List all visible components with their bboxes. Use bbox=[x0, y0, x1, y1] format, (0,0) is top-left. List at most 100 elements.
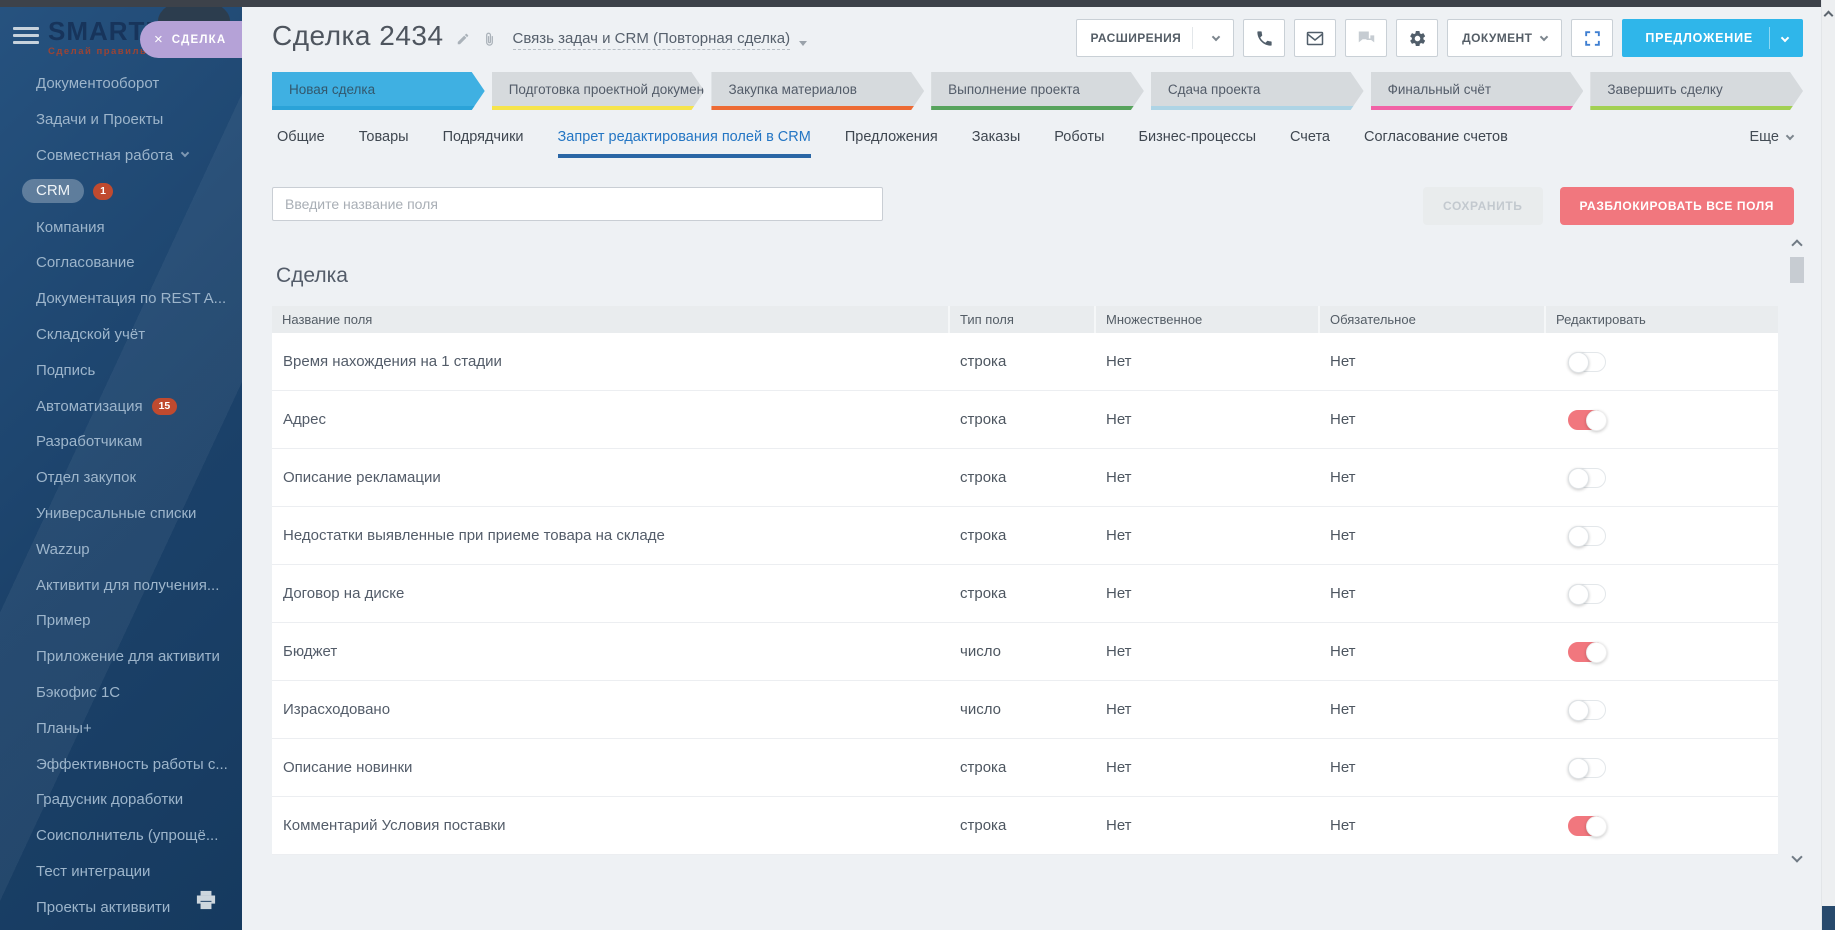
tab-business-processes[interactable]: Бизнес-процессы bbox=[1138, 123, 1256, 158]
stage-materials[interactable]: Закупка материалов bbox=[711, 72, 924, 110]
page-scrollbar[interactable] bbox=[1821, 0, 1835, 930]
column-header-required: Обязательное bbox=[1320, 306, 1546, 333]
sidebar-item-tasks[interactable]: Задачи и Проекты bbox=[0, 102, 242, 138]
stage-close-deal[interactable]: Завершить сделку bbox=[1590, 72, 1803, 110]
tab-field-edit-lock[interactable]: Запрет редактирования полей в CRM bbox=[558, 123, 811, 158]
close-icon[interactable]: × bbox=[154, 32, 163, 47]
sidebar-item-efficiency[interactable]: Эффективность работы с... bbox=[0, 746, 242, 782]
printer-icon[interactable] bbox=[195, 890, 217, 910]
sidebar-item-lists[interactable]: Универсальные списки bbox=[0, 496, 242, 532]
fullscreen-icon bbox=[1583, 29, 1602, 48]
proposal-button[interactable]: ПРЕДЛОЖЕНИЕ bbox=[1622, 19, 1803, 57]
scroll-up-icon[interactable] bbox=[1791, 239, 1802, 250]
chat-button[interactable] bbox=[1345, 19, 1387, 57]
sidebar-item-documents[interactable]: Документооборот bbox=[0, 66, 242, 102]
table-scrollbar[interactable] bbox=[1789, 235, 1806, 863]
page-title: Сделка 2434 bbox=[272, 20, 444, 52]
sidebar-item-rest-docs[interactable]: Документация по REST A... bbox=[0, 281, 242, 317]
sidebar: SMARTБИ Сделай правильный × СДЕЛКА Докум… bbox=[0, 7, 242, 930]
edit-toggle[interactable] bbox=[1568, 468, 1606, 488]
edit-title-icon[interactable] bbox=[456, 32, 470, 46]
fullscreen-button[interactable] bbox=[1571, 19, 1613, 57]
deal-tabs: Общие Товары Подрядчики Запрет редактиро… bbox=[277, 123, 1793, 159]
hamburger-menu-icon[interactable] bbox=[13, 27, 39, 47]
crm-counter-badge: 1 bbox=[93, 183, 113, 200]
table-row: Недостатки выявленные при приеме товара … bbox=[272, 507, 1778, 565]
table-row: Бюджет число Нет Нет bbox=[272, 623, 1778, 681]
scroll-up-icon[interactable] bbox=[1824, 11, 1834, 21]
link-icon[interactable] bbox=[482, 32, 497, 47]
table-row: Описание рекламации строка Нет Нет bbox=[272, 449, 1778, 507]
sidebar-item-approval[interactable]: Согласование bbox=[0, 245, 242, 281]
edit-toggle[interactable] bbox=[1568, 584, 1606, 604]
edit-toggle[interactable] bbox=[1568, 526, 1606, 546]
stage-execution[interactable]: Выполнение проекта bbox=[931, 72, 1144, 110]
edit-toggle[interactable] bbox=[1568, 700, 1606, 720]
tab-general[interactable]: Общие bbox=[277, 123, 325, 158]
chevron-down-icon bbox=[1781, 34, 1789, 42]
deal-titlebar: Сделка 2434 Связь задач и CRM (Повторная… bbox=[272, 20, 807, 52]
column-header-editable: Редактировать bbox=[1546, 306, 1778, 333]
tab-invoices[interactable]: Счета bbox=[1290, 123, 1330, 158]
stage-final-invoice[interactable]: Финальный счёт bbox=[1371, 72, 1584, 110]
top-window-strip bbox=[0, 0, 1835, 7]
sidebar-item-warehouse[interactable]: Складской учёт bbox=[0, 317, 242, 353]
stage-project-docs[interactable]: Подготовка проектной документ... bbox=[492, 72, 705, 110]
tab-products[interactable]: Товары bbox=[359, 123, 409, 158]
call-button[interactable] bbox=[1243, 19, 1285, 57]
deal-pipeline-link[interactable]: Связь задач и CRM (Повторная сделка) bbox=[513, 30, 791, 50]
chat-icon bbox=[1357, 30, 1376, 47]
sidebar-item-purchasing[interactable]: Отдел закупок bbox=[0, 460, 242, 496]
sidebar-item-automation[interactable]: Автоматизация 15 bbox=[0, 388, 242, 424]
column-header-field-name: Название поля bbox=[272, 306, 950, 333]
tab-robots[interactable]: Роботы bbox=[1054, 123, 1104, 158]
sidebar-item-wazzup[interactable]: Wazzup bbox=[0, 531, 242, 567]
main-content: Сделка 2434 Связь задач и CRM (Повторная… bbox=[242, 7, 1835, 930]
deal-toast[interactable]: × СДЕЛКА bbox=[140, 21, 242, 58]
sidebar-item-example[interactable]: Пример bbox=[0, 603, 242, 639]
section-title-deal: Сделка bbox=[276, 264, 348, 288]
fields-table: Название поля Тип поля Множественное Обя… bbox=[272, 306, 1778, 855]
automation-counter-badge: 15 bbox=[152, 398, 178, 415]
phone-icon bbox=[1255, 29, 1274, 48]
email-button[interactable] bbox=[1294, 19, 1336, 57]
gear-icon bbox=[1408, 29, 1427, 48]
tab-invoice-approval[interactable]: Согласование счетов bbox=[1364, 123, 1508, 158]
edit-toggle[interactable] bbox=[1568, 352, 1606, 372]
document-button[interactable]: ДОКУМЕНТ bbox=[1447, 19, 1562, 57]
edit-toggle[interactable] bbox=[1568, 816, 1606, 836]
sidebar-item-coexecutor[interactable]: Соисполнитель (упрощё... bbox=[0, 818, 242, 854]
sidebar-item-backoffice-1c[interactable]: Бэкофис 1С bbox=[0, 675, 242, 711]
sidebar-item-thermometer[interactable]: Градусник доработки bbox=[0, 782, 242, 818]
sidebar-item-crm[interactable]: CRM 1 bbox=[0, 173, 242, 209]
sidebar-item-developers[interactable]: Разработчикам bbox=[0, 424, 242, 460]
sidebar-item-signature[interactable]: Подпись bbox=[0, 352, 242, 388]
sidebar-item-company[interactable]: Компания bbox=[0, 209, 242, 245]
tab-contractors[interactable]: Подрядчики bbox=[443, 123, 524, 158]
field-search-input[interactable] bbox=[272, 187, 883, 221]
scroll-down-icon[interactable] bbox=[1791, 851, 1802, 862]
edit-toggle[interactable] bbox=[1568, 758, 1606, 778]
edit-toggle[interactable] bbox=[1568, 642, 1606, 662]
unlock-all-fields-button[interactable]: РАЗБЛОКИРОВАТЬ ВСЕ ПОЛЯ bbox=[1560, 187, 1795, 225]
table-header: Название поля Тип поля Множественное Обя… bbox=[272, 306, 1778, 333]
extensions-button[interactable]: РАСШИРЕНИЯ bbox=[1076, 19, 1235, 57]
stage-new-deal[interactable]: Новая сделка bbox=[272, 72, 485, 110]
sidebar-item-activity-app[interactable]: Приложение для активити bbox=[0, 639, 242, 675]
scrollbar-thumb[interactable] bbox=[1790, 257, 1804, 283]
settings-button[interactable] bbox=[1396, 19, 1438, 57]
toolbar-buttons: СОХРАНИТЬ РАЗБЛОКИРОВАТЬ ВСЕ ПОЛЯ bbox=[1423, 187, 1794, 225]
stage-delivery[interactable]: Сдача проекта bbox=[1151, 72, 1364, 110]
column-header-field-type: Тип поля bbox=[950, 306, 1096, 333]
save-button[interactable]: СОХРАНИТЬ bbox=[1423, 187, 1543, 225]
table-row: Описание новинки строка Нет Нет bbox=[272, 739, 1778, 797]
chevron-down-icon[interactable] bbox=[799, 41, 807, 46]
tab-quotes[interactable]: Предложения bbox=[845, 123, 938, 158]
sidebar-item-collaboration[interactable]: Совместная работа bbox=[0, 138, 242, 174]
tab-more[interactable]: Еще bbox=[1749, 123, 1793, 158]
tab-orders[interactable]: Заказы bbox=[972, 123, 1020, 158]
edit-toggle[interactable] bbox=[1568, 410, 1606, 430]
sidebar-item-plans[interactable]: Планы+ bbox=[0, 710, 242, 746]
sidebar-item-activity-get[interactable]: Активити для получения... bbox=[0, 567, 242, 603]
sidebar-item-integration-test[interactable]: Тест интеграции bbox=[0, 854, 242, 890]
